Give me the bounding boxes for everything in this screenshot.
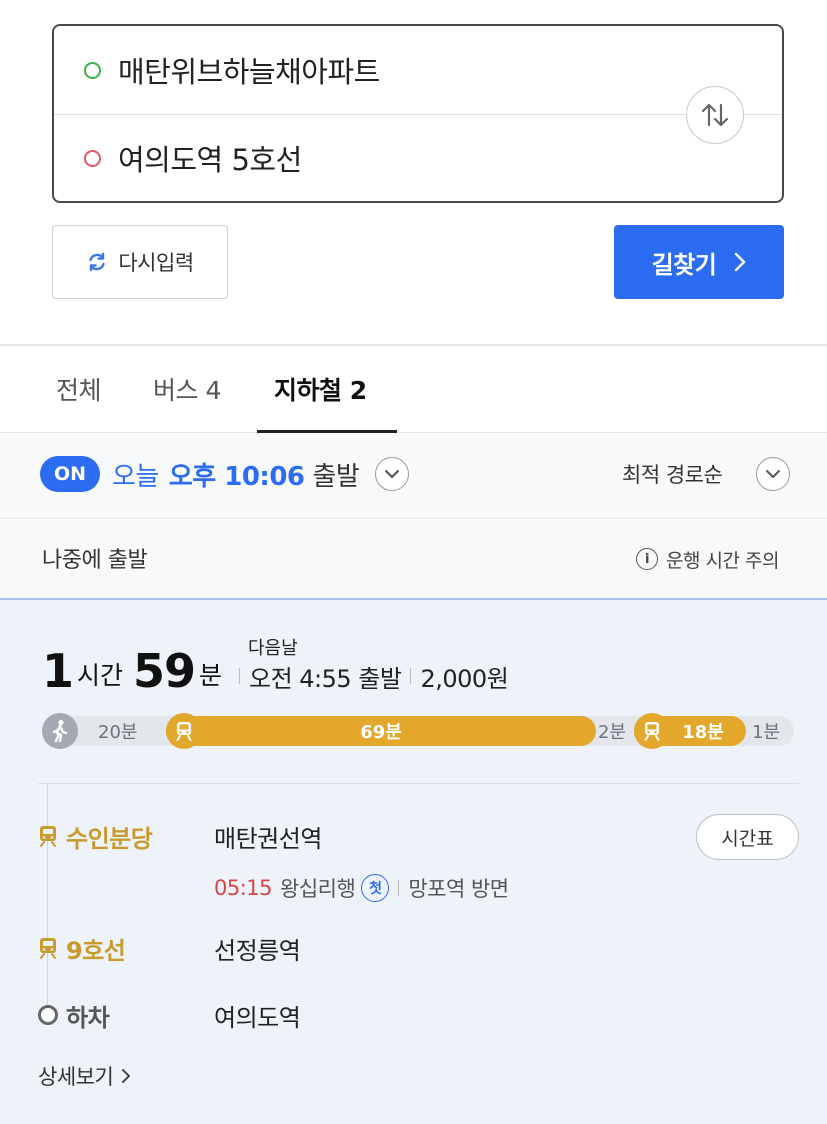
total-duration: 1 시간 59 분 (42, 638, 232, 694)
departure-time-text: 오전 4:55 출발 (249, 664, 402, 693)
route-step-transfer: 9호선 (38, 928, 126, 968)
origin-field[interactable]: 매탄위브하늘채아파트 (54, 26, 782, 114)
duration-hours: 1 (42, 644, 74, 698)
transfer-duration: 2분 (598, 722, 627, 743)
timetable-button[interactable]: 시간표 (696, 814, 799, 860)
route-step-board: 수인분당 (38, 816, 153, 856)
board-station: 매탄권선역 (214, 824, 322, 853)
destination-field[interactable]: 여의도역 5호선 (54, 114, 782, 202)
train-direction: 왕십리행 (280, 877, 356, 901)
subway-segment-1: 69분 (166, 716, 596, 746)
separator (410, 668, 412, 684)
first-train-badge: 첫 (361, 874, 390, 902)
minutes-unit: 분 (199, 661, 223, 690)
origin-dot-icon (84, 61, 101, 79)
separator (239, 668, 240, 684)
service-time-notice[interactable]: i 운행 시간 주의 (636, 545, 779, 573)
next-day-label: 다음날 (248, 638, 298, 659)
subway-train-icon (634, 713, 670, 749)
train-info: 05:15 왕십리행 첫 망포역 방면 (214, 872, 509, 904)
origin-text: 매탄위브하늘채아파트 (118, 55, 380, 89)
swap-button[interactable] (686, 86, 744, 144)
on-toggle[interactable]: ON (40, 456, 100, 492)
notice-text: 운행 시간 주의 (666, 549, 779, 572)
alight-station: 여의도역 (214, 1003, 301, 1032)
subway-train-icon (40, 938, 56, 959)
swap-arrows-icon (701, 103, 729, 127)
departure-time: 오후 10:06 (168, 461, 305, 492)
walk-duration: 20분 (98, 722, 138, 743)
reset-label: 다시입력 (118, 251, 194, 275)
departure-time-selector[interactable]: 오늘 오후 10:06 출발 (112, 452, 360, 496)
destination-dot-icon (84, 149, 101, 167)
chevron-right-icon (735, 252, 746, 272)
chevron-right-icon (122, 1069, 131, 1083)
fare-text: 2,000원 (420, 664, 509, 693)
detail-label: 상세보기 (38, 1065, 114, 1089)
card-divider (38, 783, 799, 784)
tab-bus[interactable]: 버스 4 (153, 346, 221, 432)
route-search-box: 매탄위브하늘채아파트 여의도역 5호선 (52, 24, 784, 203)
alight-circle-icon (38, 1005, 58, 1025)
walk-icon (42, 713, 78, 749)
subway-train-icon (166, 713, 202, 749)
transfer-station: 선정릉역 (214, 936, 301, 965)
duration-minutes: 59 (133, 644, 196, 698)
later-departure-label[interactable]: 나중에 출발 (42, 542, 148, 574)
chevron-down-icon[interactable] (756, 457, 790, 491)
tab-subway[interactable]: 지하철 2 (274, 346, 367, 432)
find-route-label: 길찾기 (651, 250, 717, 279)
detail-link[interactable]: 상세보기 (38, 1060, 133, 1092)
tab-all[interactable]: 전체 (56, 346, 102, 432)
final-walk-duration: 1분 (752, 722, 781, 743)
refresh-icon (89, 252, 106, 272)
hours-unit: 시간 (77, 661, 124, 690)
today-label: 오늘 (112, 461, 159, 492)
reset-button[interactable]: 다시입력 (52, 225, 228, 299)
route-step-alight: 하차 (38, 995, 110, 1035)
transport-tabs: 전체 버스 4 지하철 2 (0, 346, 827, 432)
find-route-button[interactable]: 길찾기 (614, 225, 784, 299)
departure-suffix: 출발 (312, 461, 360, 492)
alight-label: 하차 (66, 1003, 110, 1032)
info-icon: i (636, 548, 658, 570)
chevron-down-icon[interactable] (375, 457, 409, 491)
line-name: 수인분당 (66, 824, 153, 853)
first-train-time: 05:15 (214, 876, 273, 900)
separator (398, 880, 400, 896)
departure-info: 오전 4:55 출발 2,000원 (230, 660, 509, 693)
sort-selector[interactable]: 최적 경로순 (622, 456, 723, 492)
subway-train-icon (40, 826, 56, 847)
platform-direction: 망포역 방면 (408, 877, 509, 901)
line-name: 9호선 (66, 936, 126, 965)
destination-text: 여의도역 5호선 (118, 143, 302, 177)
